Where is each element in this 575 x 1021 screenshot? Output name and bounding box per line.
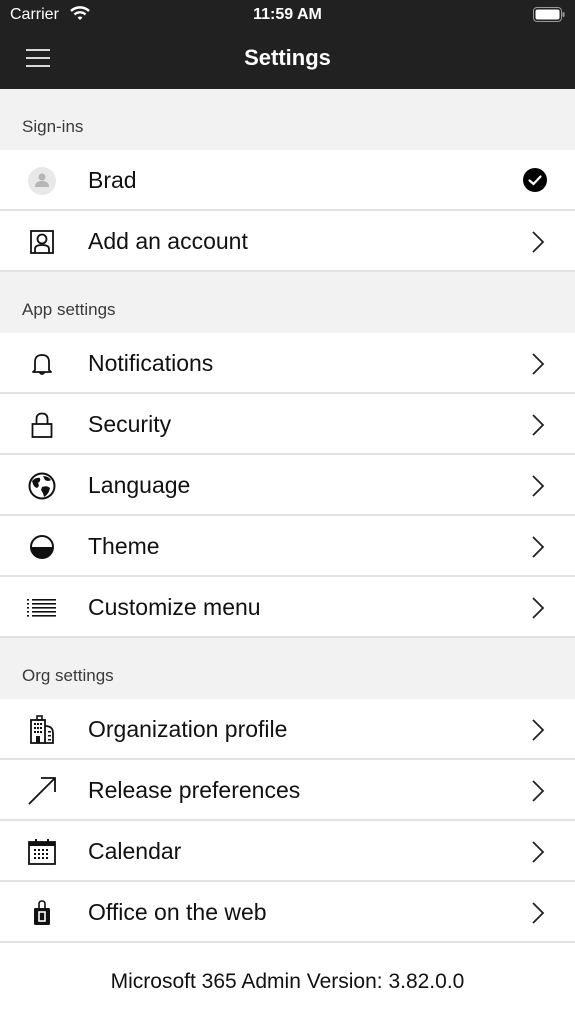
section-title: Sign-ins (22, 117, 84, 136)
chevron-right-icon (532, 719, 545, 741)
chevron-right-icon (532, 475, 545, 497)
chevron-right-icon (532, 902, 545, 924)
building-icon (27, 715, 57, 745)
chevron-right-icon (532, 414, 545, 436)
clock: 11:59 AM (253, 6, 322, 23)
version-label: Microsoft 365 Admin Version: 3.82.0.0 (110, 970, 465, 993)
page-title: Settings (244, 45, 331, 70)
bell-icon (27, 349, 57, 379)
add-account-row[interactable]: Add an account (0, 211, 575, 272)
account-row-brad[interactable]: Brad (0, 150, 575, 211)
globe-icon (27, 471, 57, 501)
row-label: Office on the web (88, 899, 267, 925)
notifications-row[interactable]: Notifications (0, 333, 575, 394)
organization-profile-row[interactable]: Organization profile (0, 699, 575, 760)
chevron-right-icon (532, 353, 545, 375)
chevron-right-icon (532, 780, 545, 802)
section-header-sign-ins: Sign-ins (0, 89, 575, 150)
add-account-icon (27, 227, 57, 257)
half-circle-icon (27, 532, 57, 562)
chevron-right-icon (532, 597, 545, 619)
row-label: Customize menu (88, 594, 261, 620)
customize-menu-row[interactable]: Customize menu (0, 577, 575, 638)
calendar-icon (27, 837, 57, 867)
nav-bar: Settings (0, 30, 575, 89)
office-on-the-web-row[interactable]: Office on the web (0, 882, 575, 943)
row-label: Theme (88, 533, 160, 559)
chevron-right-icon (532, 231, 545, 253)
row-label: Organization profile (88, 716, 288, 742)
section-header-app-settings: App settings (0, 272, 575, 333)
row-label: Brad (88, 167, 137, 193)
list-icon (27, 593, 57, 623)
lock-icon (27, 410, 57, 440)
arrow-up-right-icon (27, 776, 57, 806)
row-label: Security (88, 411, 172, 437)
security-row[interactable]: Security (0, 394, 575, 455)
row-label: Notifications (88, 350, 214, 376)
row-label: Language (88, 472, 191, 498)
release-preferences-row[interactable]: Release preferences (0, 760, 575, 821)
avatar-icon (27, 166, 57, 196)
row-label: Add an account (88, 228, 248, 254)
settings-list: Sign-ins Brad Add an account App setting… (0, 89, 575, 943)
status-bar: Carrier 11:59 AM (0, 0, 575, 30)
row-label: Calendar (88, 838, 182, 864)
chevron-right-icon (532, 536, 545, 558)
row-label: Release preferences (88, 777, 301, 803)
theme-row[interactable]: Theme (0, 516, 575, 577)
checkmark-icon (523, 168, 547, 192)
section-title: App settings (22, 300, 116, 319)
battery-icon (533, 7, 565, 22)
language-row[interactable]: Language (0, 455, 575, 516)
section-title: Org settings (22, 666, 114, 685)
office-bag-icon (27, 898, 57, 928)
chevron-right-icon (532, 841, 545, 863)
section-header-org-settings: Org settings (0, 638, 575, 699)
calendar-row[interactable]: Calendar (0, 821, 575, 882)
